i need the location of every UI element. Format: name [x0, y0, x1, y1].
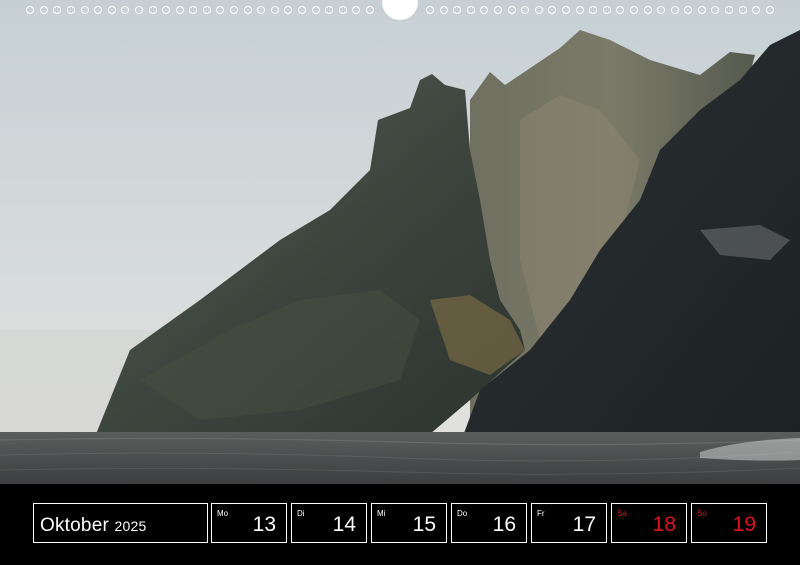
day-cell-saturday: Sa 18: [611, 503, 687, 543]
binding-ring-icon: [148, 6, 157, 14]
binding-ring-icon: [602, 6, 611, 14]
binding-ring-icon: [230, 6, 239, 14]
spiral-binding: [0, 0, 800, 20]
day-cell-tuesday: Di 14: [291, 503, 367, 543]
binding-ring-icon: [575, 6, 584, 14]
day-number: 17: [572, 513, 596, 536]
binding-ring-icon: [548, 6, 557, 14]
binding-ring-icon: [175, 6, 184, 14]
day-cell-monday: Mo 13: [211, 503, 287, 543]
day-abbr: Mi: [377, 509, 386, 518]
binding-ring-icon: [521, 6, 530, 14]
day-abbr: Mo: [217, 509, 229, 518]
binding-ring-icon: [426, 6, 434, 14]
binding-ring-icon: [643, 6, 652, 14]
day-abbr: So: [697, 509, 707, 518]
binding-ring-icon: [134, 6, 143, 14]
binding-ring-icon: [270, 6, 279, 14]
binding-ring-icon: [752, 6, 761, 14]
day-number: 18: [652, 513, 676, 536]
binding-ring-icon: [765, 6, 774, 14]
binding-ring-icon: [670, 6, 679, 14]
binding-ring-icon: [725, 6, 734, 14]
binding-ring-icon: [493, 6, 502, 14]
year-label: 2025: [114, 518, 147, 534]
binding-ring-icon: [657, 6, 666, 14]
binding-ring-icon: [711, 6, 720, 14]
binding-ring-icon: [561, 6, 570, 14]
binding-ring-icon: [26, 6, 35, 14]
day-cell-sunday: So 19: [691, 503, 767, 543]
binding-ring-icon: [738, 6, 747, 14]
binding-ring-icon: [107, 6, 116, 14]
binding-ring-icon: [39, 6, 48, 14]
wall-hanger-icon: [382, 0, 418, 20]
day-number: 13: [252, 513, 276, 536]
calendar-week-strip: Oktober 2025 Mo 13 Di 14 Mi 15 Do 16 Fr …: [0, 484, 800, 565]
day-cell-thursday: Do 16: [451, 503, 527, 543]
day-abbr: Fr: [537, 509, 545, 518]
binding-ring-icon: [697, 6, 706, 14]
sea-cliffs-illustration: [0, 0, 800, 484]
day-abbr: Di: [297, 509, 305, 518]
day-number: 19: [732, 513, 756, 536]
binding-ring-icon: [352, 6, 361, 14]
binding-ring-icon: [80, 6, 89, 14]
day-cell-friday: Fr 17: [531, 503, 607, 543]
binding-ring-icon: [453, 6, 462, 14]
binding-ring-icon: [298, 6, 307, 14]
day-number: 15: [412, 513, 436, 536]
binding-rings-left: [26, 6, 374, 14]
binding-ring-icon: [66, 6, 75, 14]
day-cell-wednesday: Mi 15: [371, 503, 447, 543]
binding-ring-icon: [589, 6, 598, 14]
binding-ring-icon: [311, 6, 320, 14]
day-number: 14: [332, 513, 356, 536]
binding-ring-icon: [325, 6, 334, 14]
binding-ring-icon: [284, 6, 293, 14]
binding-ring-icon: [189, 6, 198, 14]
binding-ring-icon: [629, 6, 638, 14]
binding-ring-icon: [439, 6, 448, 14]
month-label-box: Oktober 2025: [33, 503, 208, 543]
binding-ring-icon: [216, 6, 225, 14]
binding-ring-icon: [121, 6, 130, 14]
binding-ring-icon: [366, 6, 374, 14]
binding-ring-icon: [684, 6, 693, 14]
day-number: 16: [492, 513, 516, 536]
binding-ring-icon: [480, 6, 489, 14]
binding-ring-icon: [616, 6, 625, 14]
binding-ring-icon: [202, 6, 211, 14]
binding-ring-icon: [94, 6, 103, 14]
month-name: Oktober: [40, 515, 109, 536]
binding-ring-icon: [534, 6, 543, 14]
day-abbr: Do: [457, 509, 468, 518]
landscape-photo: [0, 0, 800, 484]
binding-ring-icon: [53, 6, 62, 14]
month-title: Oktober 2025: [40, 515, 146, 537]
binding-ring-icon: [507, 6, 516, 14]
binding-rings-right: [426, 6, 774, 14]
binding-ring-icon: [338, 6, 347, 14]
binding-ring-icon: [257, 6, 266, 14]
day-abbr: Sa: [617, 509, 627, 518]
binding-ring-icon: [162, 6, 171, 14]
binding-ring-icon: [466, 6, 475, 14]
binding-ring-icon: [243, 6, 252, 14]
